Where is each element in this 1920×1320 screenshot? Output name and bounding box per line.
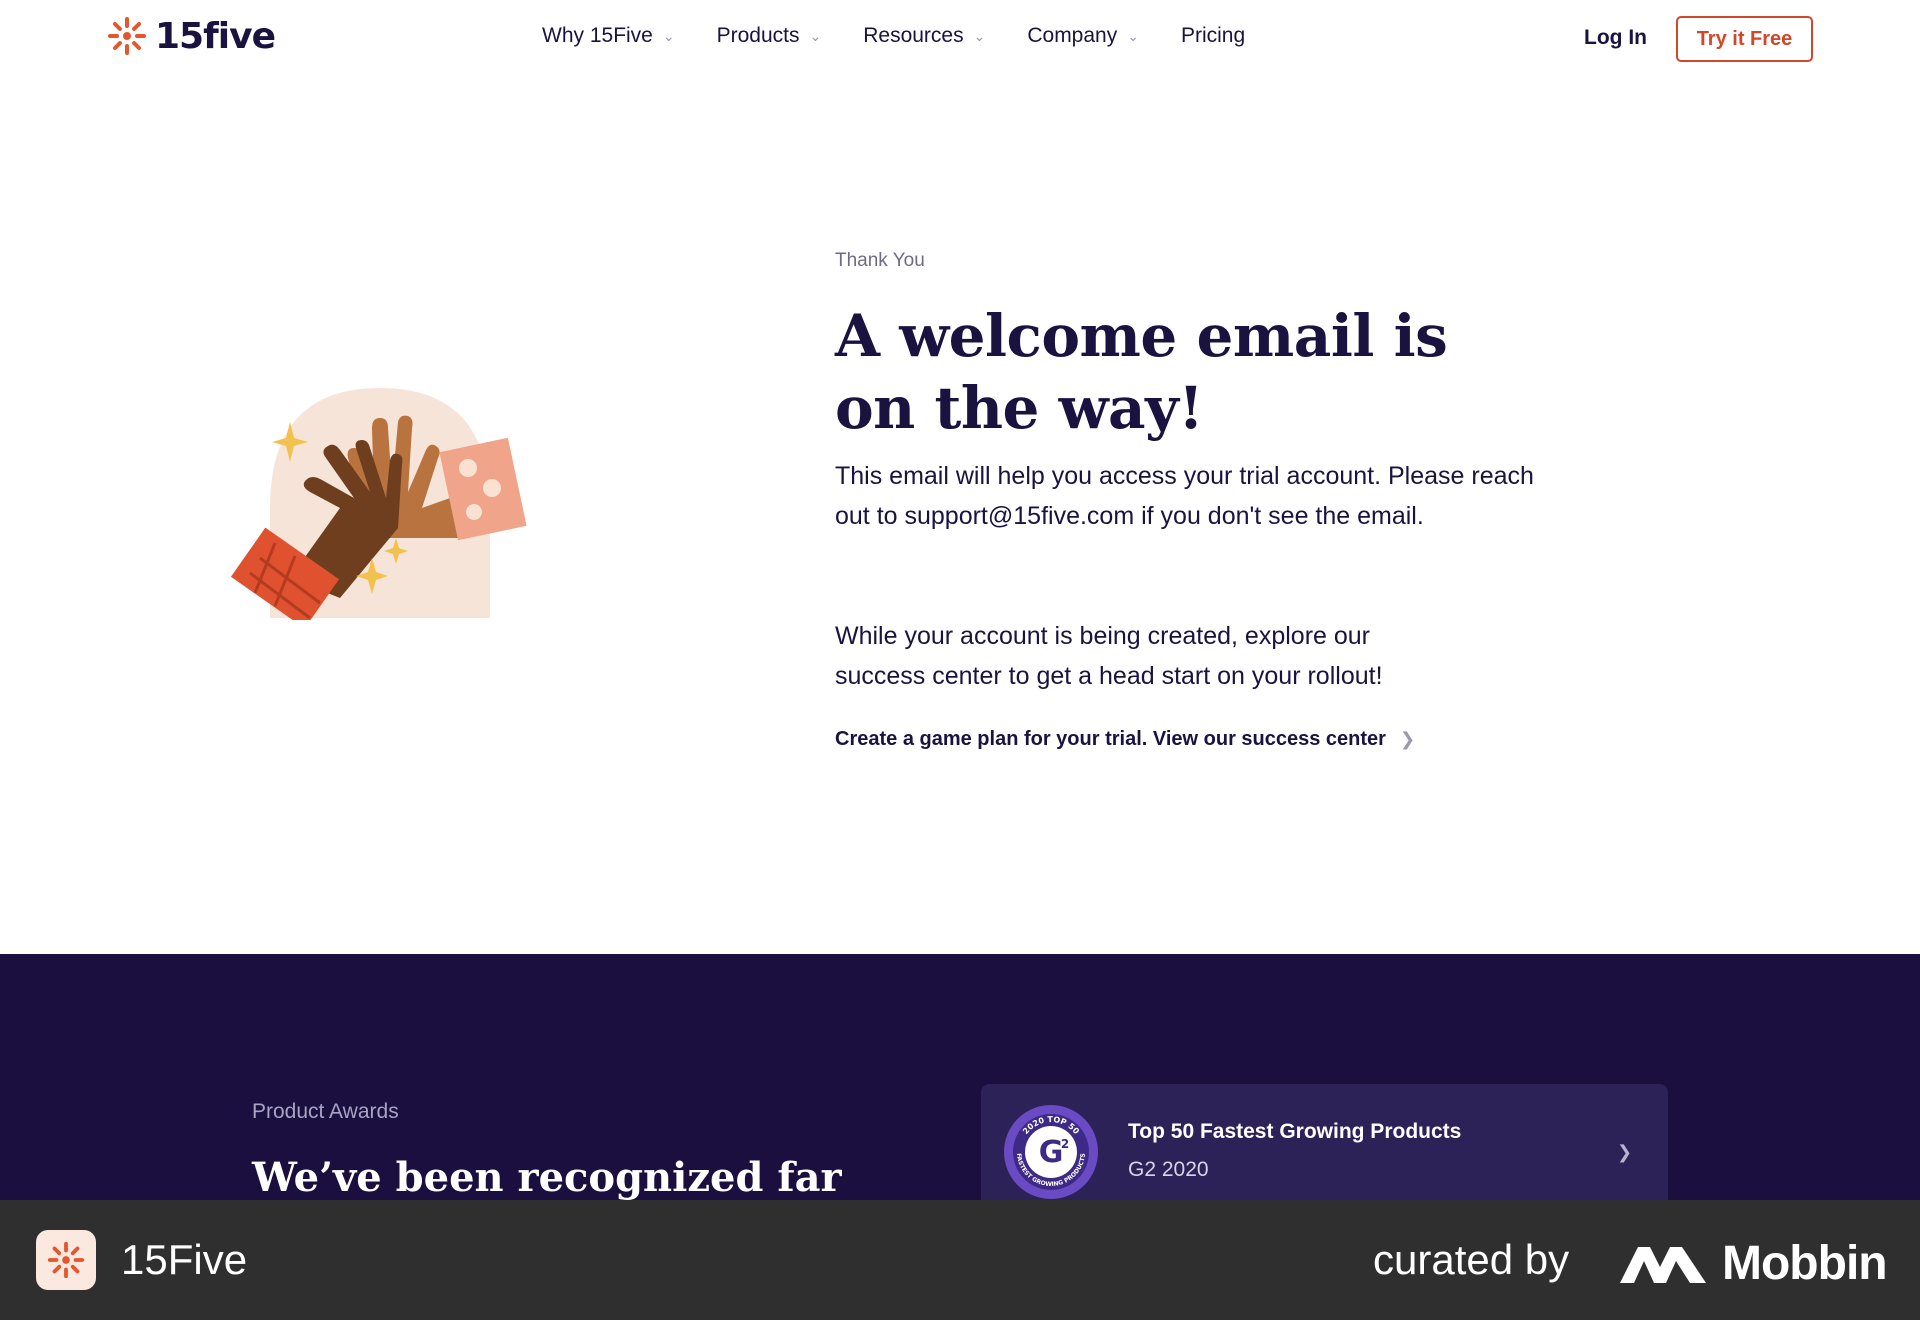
try-it-free-button[interactable]: Try it Free xyxy=(1676,16,1813,62)
chevron-down-icon: ⌄ xyxy=(973,27,986,44)
nav-item-label: Why 15Five xyxy=(542,24,653,47)
app-icon xyxy=(36,1230,96,1290)
curation-footer: 15Five curated by Mobbin xyxy=(0,1200,1920,1320)
svg-text:2: 2 xyxy=(1061,1137,1069,1151)
nav-item-pricing[interactable]: Pricing xyxy=(1181,24,1245,48)
login-link[interactable]: Log In xyxy=(1584,26,1647,50)
mobbin-logo: Mobbin xyxy=(1620,1236,1888,1291)
nav-item-company[interactable]: Company ⌄ xyxy=(1027,24,1139,48)
15five-logo-icon xyxy=(47,1241,85,1279)
nav-item-products[interactable]: Products ⌄ xyxy=(717,24,822,48)
nav-item-label: Company xyxy=(1027,24,1118,47)
curated-by-label: curated by xyxy=(1373,1236,1570,1283)
mobbin-mark-icon xyxy=(1620,1246,1706,1283)
high-five-hands-illustration xyxy=(230,388,530,629)
g2-award-badge-icon: G 2 2020 TOP 50 FASTEST GROWING PRODUCTS xyxy=(1004,1105,1098,1199)
awards-title: We’ve been recognized far xyxy=(252,1154,842,1200)
success-center-link-label: Create a game plan for your trial. View … xyxy=(835,728,1386,750)
chevron-right-icon: ❯ xyxy=(1399,729,1416,749)
nav-item-resources[interactable]: Resources ⌄ xyxy=(863,24,985,48)
page-title: A welcome email is on the way! xyxy=(835,302,1448,442)
award-card[interactable]: G 2 2020 TOP 50 FASTEST GROWING PRODUCTS… xyxy=(981,1084,1668,1200)
svg-text:G: G xyxy=(1039,1135,1064,1170)
thank-you-eyebrow: Thank You xyxy=(835,250,925,271)
awards-eyebrow: Product Awards xyxy=(252,1100,399,1123)
app-name: 15Five xyxy=(121,1236,248,1283)
success-center-link[interactable]: Create a game plan for your trial. View … xyxy=(835,728,1415,751)
mobbin-wordmark: Mobbin xyxy=(1722,1237,1888,1290)
main-menu: Why 15Five ⌄ Products ⌄ Resources ⌄ Comp… xyxy=(542,24,1287,48)
top-nav: 15five Why 15Five ⌄ Products ⌄ Resources… xyxy=(0,0,1920,78)
nav-item-why-15five[interactable]: Why 15Five ⌄ xyxy=(542,24,675,48)
awards-section: Product Awards We’ve been recognized far… xyxy=(0,954,1920,1200)
nav-item-label: Products xyxy=(716,24,800,47)
chevron-right-icon: ❯ xyxy=(1617,1142,1633,1162)
chevron-down-icon: ⌄ xyxy=(809,27,822,44)
award-subtitle: G2 2020 xyxy=(1128,1158,1209,1181)
15five-logo-icon xyxy=(108,17,146,55)
chevron-down-icon: ⌄ xyxy=(1127,27,1139,44)
nav-item-label: Resources xyxy=(863,24,964,47)
award-title: Top 50 Fastest Growing Products xyxy=(1128,1120,1462,1143)
nav-item-label: Pricing xyxy=(1180,24,1246,47)
explore-paragraph: While your account is being created, exp… xyxy=(835,622,1383,690)
info-paragraph: This email will help you access your tri… xyxy=(835,462,1534,530)
chevron-down-icon: ⌄ xyxy=(662,27,675,44)
logo[interactable]: 15five xyxy=(105,14,276,58)
logo-text: 15five xyxy=(155,15,276,57)
